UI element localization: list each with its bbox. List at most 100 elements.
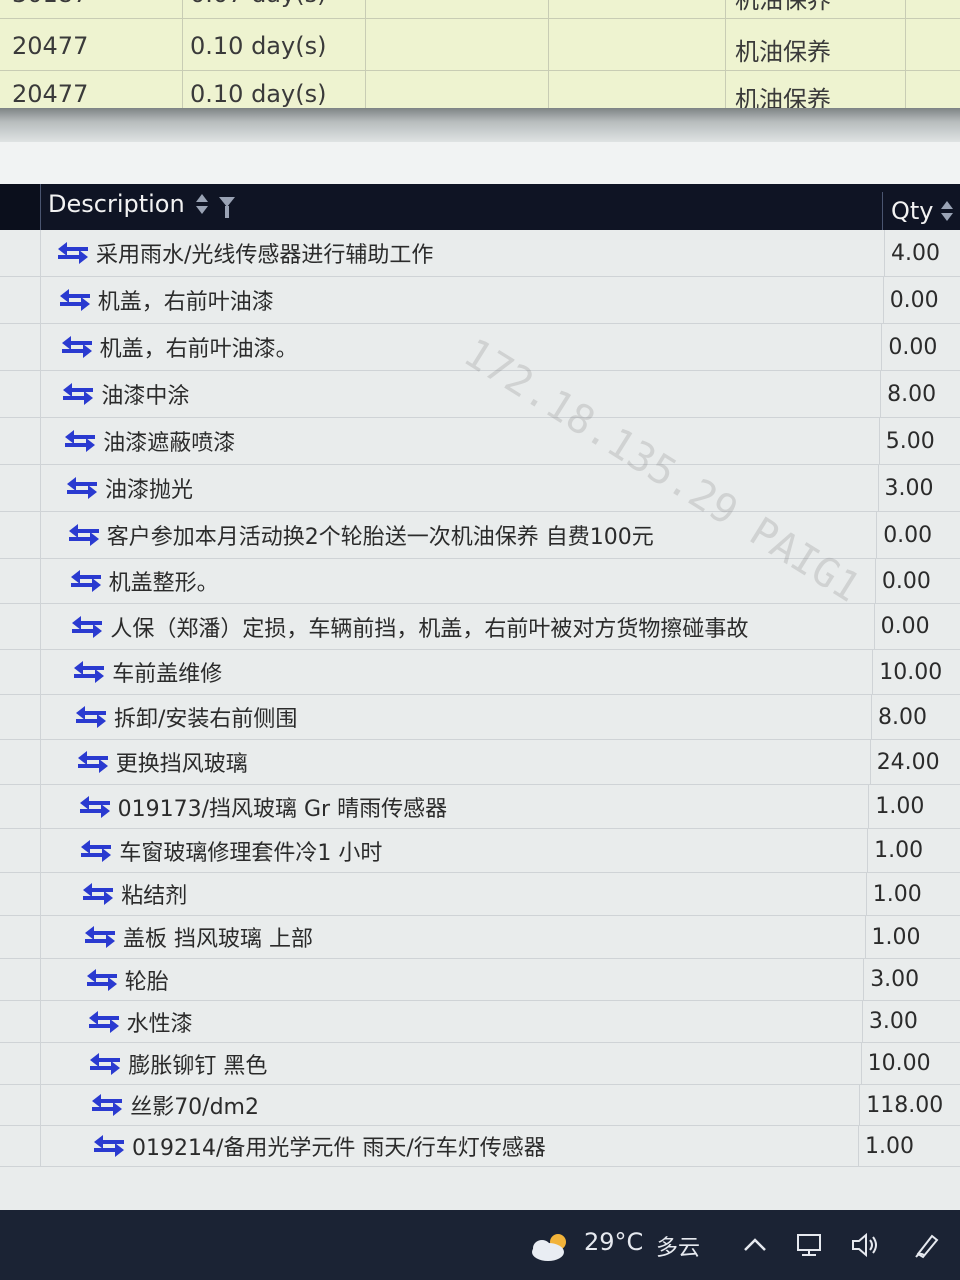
chevron-up-icon[interactable]: [738, 1230, 772, 1260]
row-selector[interactable]: [0, 1126, 41, 1166]
swap-arrows-icon[interactable]: [85, 967, 119, 993]
row-selector[interactable]: [0, 916, 41, 958]
swap-arrows-icon[interactable]: [76, 749, 110, 775]
description-text: 油漆中涂: [101, 384, 190, 409]
row-selector[interactable]: [0, 277, 41, 323]
table-row[interactable]: 客户参加本月活动换2个轮胎送一次机油保养 自费100元 0.00: [0, 512, 960, 559]
qty-cell: 4.00: [884, 230, 960, 276]
table-row[interactable]: 019214/备用光学元件 雨天/行车灯传感器 1.00: [0, 1126, 960, 1167]
description-text: 盖板 挡风玻璃 上部: [123, 927, 313, 952]
table-row[interactable]: 水性漆 3.00: [0, 1001, 960, 1043]
column-header-description[interactable]: Description: [48, 190, 235, 218]
swap-arrows-icon[interactable]: [74, 704, 108, 730]
qty-cell: 1.00: [867, 829, 957, 872]
table-row[interactable]: 拆卸/安装右前侧围 8.00: [0, 695, 960, 740]
description-text: 机盖，右前叶油漆: [97, 290, 274, 315]
network-icon[interactable]: [794, 1230, 828, 1260]
table-row[interactable]: 人保（郑潘）定损，车辆前挡，机盖，右前叶被对方货物擦碰事故 0.00: [0, 604, 960, 650]
row-selector[interactable]: [0, 1043, 41, 1084]
description-cell: 油漆抛光: [65, 465, 193, 511]
filter-icon[interactable]: [218, 197, 235, 218]
upper-grid-code: 20477: [12, 80, 89, 108]
row-selector[interactable]: [0, 785, 41, 828]
column-header-qty[interactable]: Qty: [882, 192, 960, 230]
swap-arrows-icon[interactable]: [92, 1133, 126, 1159]
description-cell: 更换挡风玻璃: [76, 740, 248, 784]
swap-arrows-icon[interactable]: [67, 522, 101, 548]
qty-cell: 3.00: [861, 1001, 952, 1042]
table-row[interactable]: 油漆抛光 3.00: [0, 465, 960, 512]
description-text: 轮胎: [124, 969, 169, 995]
swap-arrows-icon[interactable]: [90, 1092, 124, 1118]
swap-arrows-icon[interactable]: [78, 794, 112, 820]
row-selector[interactable]: [0, 559, 41, 603]
panel-splitter[interactable]: [0, 108, 960, 142]
swap-arrows-icon[interactable]: [88, 1051, 122, 1077]
table-row[interactable]: 粘结剂 1.00: [0, 873, 960, 916]
row-selector[interactable]: [0, 829, 41, 872]
swap-arrows-icon[interactable]: [79, 838, 113, 864]
row-selector[interactable]: [0, 959, 41, 1000]
row-selector[interactable]: [0, 695, 41, 739]
table-row[interactable]: 采用雨水/光线传感器进行辅助工作 4.00: [0, 230, 960, 277]
row-selector[interactable]: [0, 873, 41, 915]
swap-arrows-icon[interactable]: [70, 614, 104, 640]
swap-arrows-icon[interactable]: [83, 924, 117, 950]
swap-arrows-icon[interactable]: [87, 1009, 121, 1035]
row-selector[interactable]: [0, 1001, 41, 1042]
swap-arrows-icon[interactable]: [65, 475, 99, 501]
swap-arrows-icon[interactable]: [60, 334, 94, 360]
qty-cell: 10.00: [872, 650, 960, 694]
qty-cell: 0.00: [874, 559, 960, 603]
table-row[interactable]: 机盖，右前叶油漆 0.00: [0, 277, 960, 324]
pen-icon[interactable]: [910, 1230, 944, 1260]
row-selector[interactable]: [0, 604, 41, 649]
swap-arrows-icon[interactable]: [56, 240, 90, 266]
row-selector[interactable]: [0, 1085, 41, 1125]
table-row[interactable]: 丝影70/dm2 118.00: [0, 1085, 960, 1126]
row-selector[interactable]: [0, 418, 41, 464]
qty-cell: 24.00: [869, 740, 960, 784]
description-cell: 采用雨水/光线传感器进行辅助工作: [56, 230, 433, 276]
qty-cell: 1.00: [864, 916, 955, 958]
description-cell: 油漆遮蔽喷漆: [63, 418, 235, 464]
swap-arrows-icon[interactable]: [61, 381, 95, 407]
table-row[interactable]: 车窗玻璃修理套件冷1 小时 1.00: [0, 829, 960, 873]
weather-condition[interactable]: 多云: [656, 1230, 700, 1262]
table-row[interactable]: 膨胀铆钉 黑色 10.00: [0, 1043, 960, 1085]
upper-grid-row[interactable]: 20477 0.10 day(s) 机油保养: [0, 24, 960, 71]
description-text: 采用雨水/光线传感器进行辅助工作: [96, 243, 434, 268]
row-selector[interactable]: [0, 230, 41, 276]
description-text: 水性漆: [126, 1011, 193, 1037]
table-row[interactable]: 油漆遮蔽喷漆 5.00: [0, 418, 960, 465]
table-row[interactable]: 轮胎 3.00: [0, 959, 960, 1001]
table-row[interactable]: 019173/挡风玻璃 Gr 晴雨传感器 1.00: [0, 785, 960, 829]
table-row[interactable]: 车前盖维修 10.00: [0, 650, 960, 695]
swap-arrows-icon[interactable]: [69, 568, 103, 594]
row-selector[interactable]: [0, 650, 41, 694]
table-row[interactable]: 机盖整形。 0.00: [0, 559, 960, 604]
row-selector[interactable]: [0, 371, 41, 417]
swap-arrows-icon[interactable]: [72, 659, 106, 685]
upper-grid-row[interactable]: 30187 0.07 day(s) 机油保养: [0, 0, 960, 19]
description-text: 机盖，右前叶油漆。: [99, 337, 298, 362]
row-selector[interactable]: [0, 465, 41, 511]
row-selector[interactable]: [0, 512, 41, 558]
table-row[interactable]: 盖板 挡风玻璃 上部 1.00: [0, 916, 960, 959]
upper-grid-row[interactable]: 20477 0.10 day(s) 机油保养: [0, 72, 960, 108]
table-row[interactable]: 机盖，右前叶油漆。 0.00: [0, 324, 960, 371]
table-row[interactable]: 更换挡风玻璃 24.00: [0, 740, 960, 785]
swap-arrows-icon[interactable]: [58, 287, 92, 313]
swap-arrows-icon[interactable]: [63, 428, 97, 454]
swap-arrows-icon[interactable]: [81, 881, 115, 907]
sort-icon[interactable]: [940, 200, 954, 222]
volume-icon[interactable]: [848, 1230, 882, 1260]
row-selector[interactable]: [0, 740, 41, 784]
weather-temperature[interactable]: 29°C: [584, 1228, 643, 1256]
description-cell: 膨胀铆钉 黑色: [88, 1043, 267, 1084]
row-selector[interactable]: [0, 324, 41, 370]
table-row[interactable]: 油漆中涂 8.00: [0, 371, 960, 418]
sort-icon[interactable]: [195, 193, 209, 215]
description-text: 丝影70/dm2: [130, 1095, 259, 1120]
cloud-icon[interactable]: [528, 1230, 574, 1264]
